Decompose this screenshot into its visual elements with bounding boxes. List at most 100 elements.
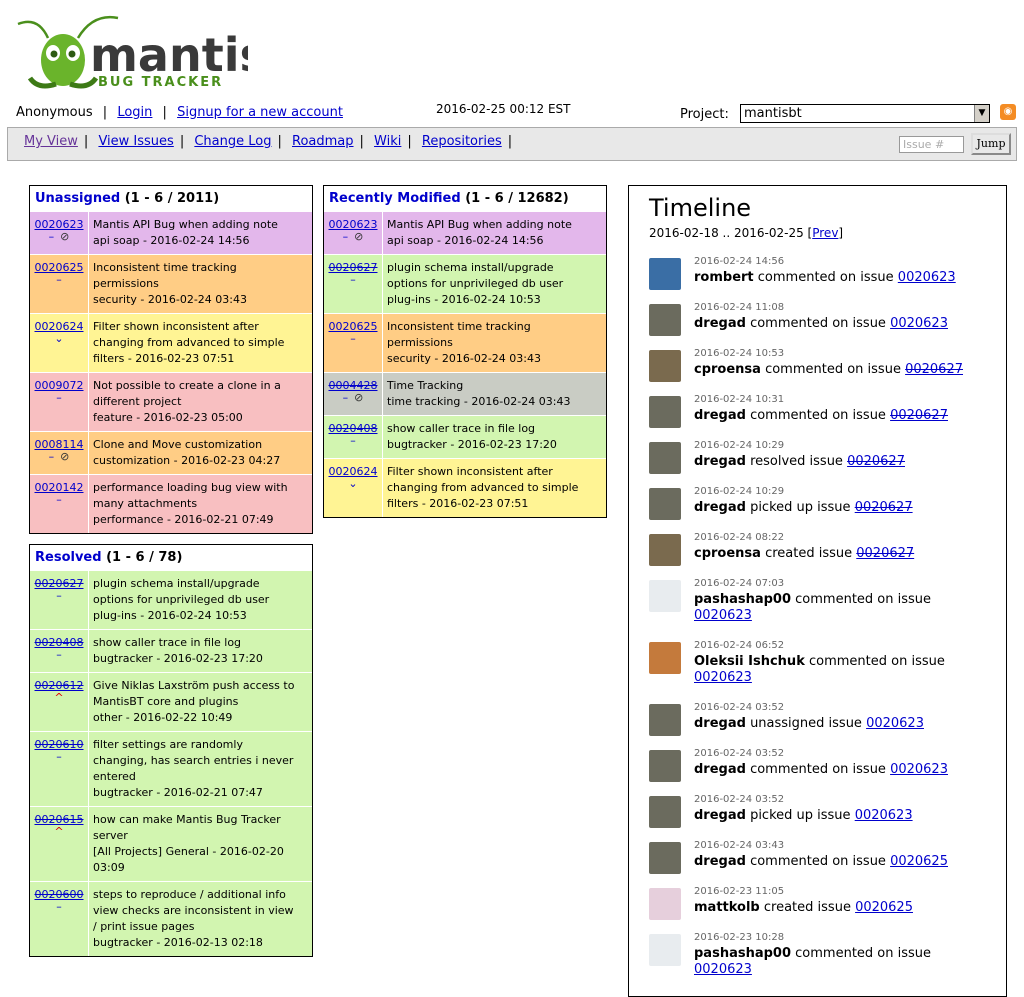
avatar[interactable] [649, 442, 681, 474]
login-bar: Anonymous | Login | Signup for a new acc… [16, 105, 343, 120]
issue-summary[interactable]: Mantis API Bug when adding note api soap … [383, 212, 606, 254]
issue-summary[interactable]: plugin schema install/upgrade options for… [383, 255, 606, 313]
avatar[interactable] [649, 580, 681, 612]
issue-summary-line: changing from advanced to simple [93, 336, 285, 349]
issue-summary[interactable]: Filter shown inconsistent after changing … [383, 459, 606, 517]
avatar[interactable] [649, 488, 681, 520]
issue-id-cell: 0020625– [30, 255, 89, 313]
issue-summary[interactable]: performance loading bug view with many at… [89, 475, 312, 533]
issue-summary[interactable]: Inconsistent time tracking permissions sec… [89, 255, 312, 313]
event-issue-link[interactable]: 0020623 [890, 316, 948, 331]
event-user: cproensa [694, 546, 761, 561]
issue-summary[interactable]: Mantis API Bug when adding note api soap … [89, 212, 312, 254]
avatar[interactable] [649, 350, 681, 382]
attachment-icon: ⊘ [354, 230, 364, 243]
issue-summary-line: different project [93, 395, 182, 408]
unassigned-link[interactable]: Unassigned [35, 191, 120, 206]
issue-summary-line: performance - 2016-02-21 07:49 [93, 513, 274, 526]
menu-my-view[interactable]: My View [24, 134, 78, 149]
issue-summary[interactable]: Give Niklas Laxström push access to Manti… [89, 673, 312, 731]
issue-number-input[interactable]: Issue # [899, 136, 964, 153]
event-description: rombert commented on issue 0020623 [694, 270, 984, 286]
event-issue-link[interactable]: 0020627 [905, 362, 963, 377]
menu-roadmap[interactable]: Roadmap [292, 134, 354, 149]
issue-summary[interactable]: show caller trace in file log bugtracker … [89, 630, 312, 672]
resolved-link[interactable]: Resolved [35, 550, 102, 565]
avatar[interactable] [649, 934, 681, 966]
issue-summary[interactable]: Not possible to create a clone in a diffe… [89, 373, 312, 431]
menu-wiki[interactable]: Wiki [374, 134, 401, 149]
event-issue-link[interactable]: 0020623 [855, 808, 913, 823]
issue-row: 0020624 ⌄ Filter shown inconsistent after c… [324, 458, 606, 517]
timeline-prev-link[interactable]: Prev [812, 226, 838, 240]
event-issue-link[interactable]: 0020627 [856, 546, 914, 561]
recently-modified-box: Recently Modified (1 - 6 / 12682) 002062… [323, 185, 607, 518]
issue-summary[interactable]: Inconsistent time tracking permissions sec… [383, 314, 606, 372]
avatar[interactable] [649, 534, 681, 566]
event-issue-link[interactable]: 0020623 [898, 270, 956, 285]
avatar[interactable] [649, 704, 681, 736]
menu-items: My View | View Issues | Change Log | Roadma… [24, 134, 513, 149]
issue-id-link[interactable]: 0008114 [35, 438, 84, 451]
jump-button[interactable]: Jump [971, 133, 1011, 155]
project-select[interactable]: mantisbt ▼ [740, 104, 990, 123]
event-issue-link[interactable]: 0020625 [890, 854, 948, 869]
issue-id-link[interactable]: 0004428 [329, 379, 378, 392]
issue-summary[interactable]: Time Tracking time tracking - 2016-02-24 … [383, 373, 606, 415]
event-issue-link[interactable]: 0020625 [855, 900, 913, 915]
issue-summary[interactable]: Filter shown inconsistent after changing … [89, 314, 312, 372]
avatar[interactable] [649, 750, 681, 782]
resolved-box: Resolved (1 - 6 / 78) 0020627– plugin sch… [29, 544, 313, 957]
attachment-icon: ⊘ [60, 450, 70, 463]
event-issue-link[interactable]: 0020623 [866, 716, 924, 731]
priority-normal-icon: – [56, 589, 62, 602]
priority-high-icon: ^ [54, 691, 64, 704]
avatar[interactable] [649, 258, 681, 290]
issue-summary[interactable]: show caller trace in file log bugtracker … [383, 416, 606, 458]
issue-id-link[interactable]: 0020623 [329, 218, 378, 231]
recently-modified-link[interactable]: Recently Modified [329, 191, 461, 206]
event-issue-link[interactable]: 0020623 [694, 670, 752, 685]
priority-normal-icon: – [56, 273, 62, 286]
issue-row: 0020610– filter settings are randomly chan… [30, 731, 312, 806]
avatar[interactable] [649, 642, 681, 674]
avatar[interactable] [649, 396, 681, 428]
event-issue-link[interactable]: 0020627 [847, 454, 905, 469]
priority-normal-icon: – [56, 493, 62, 506]
avatar[interactable] [649, 796, 681, 828]
menu-change-log[interactable]: Change Log [194, 134, 271, 149]
avatar[interactable] [649, 842, 681, 874]
event-issue-link[interactable]: 0020623 [694, 608, 752, 623]
menu-view-issues[interactable]: View Issues [98, 134, 173, 149]
issue-summary[interactable]: Clone and Move customization customizatio… [89, 432, 312, 474]
issue-summary-line: entered [93, 770, 136, 783]
timeline-title: Timeline [649, 194, 752, 222]
issue-summary[interactable]: plugin schema install/upgrade options for… [89, 571, 312, 629]
issue-row: 0020625– Inconsistent time tracking permis… [324, 313, 606, 372]
avatar[interactable] [649, 888, 681, 920]
issue-summary-line: other - 2016-02-22 10:49 [93, 711, 233, 724]
event-issue-link[interactable]: 0020623 [694, 962, 752, 977]
event-issue-link[interactable]: 0020627 [855, 500, 913, 515]
issue-id-link[interactable]: 0020623 [35, 218, 84, 231]
dropdown-arrow-icon[interactable]: ▼ [974, 105, 989, 122]
signup-link[interactable]: Signup for a new account [177, 105, 343, 120]
issue-summary-line: api soap - 2016-02-24 14:56 [93, 234, 250, 247]
issue-summary[interactable]: how can make Mantis Bug Tracker server [Al… [89, 807, 312, 881]
avatar[interactable] [649, 304, 681, 336]
event-issue-link[interactable]: 0020627 [890, 408, 948, 423]
event-issue-link[interactable]: 0020623 [890, 762, 948, 777]
issue-summary-line: permissions [93, 277, 159, 290]
event-user: dregad [694, 500, 746, 515]
login-link[interactable]: Login [117, 105, 152, 120]
event-time: 2016-02-23 10:28 [694, 932, 785, 943]
event-user: dregad [694, 316, 746, 331]
mantis-logo[interactable]: mantis BUG TRACKER [8, 8, 267, 94]
issue-summary[interactable]: filter settings are randomly changing, ha… [89, 732, 312, 806]
issue-id-cell: 0020624 ⌄ [30, 314, 89, 372]
rss-icon[interactable]: ◉ [1000, 104, 1016, 120]
issue-summary[interactable]: steps to reproduce / additional info view… [89, 882, 312, 956]
event-user: pashashap00 [694, 592, 792, 607]
priority-normal-icon: – ⊘ [342, 391, 364, 404]
menu-repositories[interactable]: Repositories [422, 134, 502, 149]
